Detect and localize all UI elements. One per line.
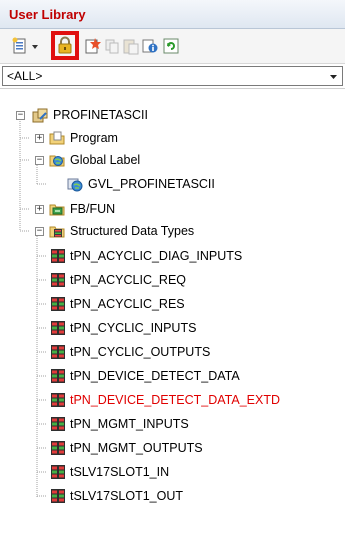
structured-type-label: tPN_CYCLIC_INPUTS <box>70 321 197 335</box>
structured-type-label: tPN_MGMT_INPUTS <box>70 417 189 431</box>
structured-type-label: tPN_CYCLIC_OUTPUTS <box>70 345 211 359</box>
tree-item-global-label[interactable]: − Global Label <box>0 151 345 169</box>
tree-item-structured-type[interactable]: tPN_CYCLIC_OUTPUTS <box>0 343 345 361</box>
copy-icon[interactable] <box>103 37 121 55</box>
structured-type-label: tPN_MGMT_OUTPUTS <box>70 441 203 455</box>
tree-item-structured-type[interactable]: tPN_ACYCLIC_REQ <box>0 271 345 289</box>
tree-item-structured-type[interactable]: tPN_ACYCLIC_RES <box>0 295 345 313</box>
tree-item-structured-type[interactable]: tPN_DEVICE_DETECT_DATA_EXTD <box>0 391 345 409</box>
structured-type-icon <box>51 441 65 455</box>
global-label-folder-icon <box>49 155 65 167</box>
structured-type-icon <box>51 273 65 287</box>
library-tree: − PROFINETASCII + Program − Global Label <box>0 88 345 541</box>
dropdown-arrow-icon[interactable] <box>30 37 40 55</box>
tree-item-structured-type[interactable]: tPN_ACYCLIC_DIAG_INPUTS <box>0 247 345 265</box>
structured-type-label: tSLV17SLOT1_IN <box>70 465 170 479</box>
structured-type-icon <box>51 297 65 311</box>
fbfun-folder-icon <box>49 204 65 216</box>
structured-type-icon <box>51 369 65 383</box>
chevron-down-icon <box>330 75 337 79</box>
tree-item-structured-type[interactable]: tPN_MGMT_INPUTS <box>0 415 345 433</box>
tree-item-structured-type[interactable]: tPN_DEVICE_DETECT_DATA <box>0 367 345 385</box>
structured-type-label: tPN_ACYCLIC_REQ <box>70 273 187 287</box>
project-icon <box>32 108 48 123</box>
structured-type-icon <box>51 465 65 479</box>
refresh-icon[interactable] <box>162 37 180 55</box>
filter-value: <ALL> <box>7 69 43 83</box>
structured-type-label: tPN_DEVICE_DETECT_DATA_EXTD <box>70 393 281 407</box>
expand-program-button[interactable]: + <box>35 134 44 143</box>
structured-type-icon <box>51 393 65 407</box>
tree-item-global-label-label: Global Label <box>70 153 141 167</box>
tree-item-structured-type[interactable]: tPN_CYCLIC_INPUTS <box>0 319 345 337</box>
tree-item-structured-type[interactable]: tPN_MGMT_OUTPUTS <box>0 439 345 457</box>
paste-icon[interactable] <box>122 37 140 55</box>
filter-dropdown-button[interactable] <box>325 67 342 85</box>
collapse-structured-data-types-button[interactable]: − <box>35 227 44 236</box>
panel-titlebar: User Library <box>0 0 345 29</box>
tree-item-root[interactable]: − PROFINETASCII <box>0 106 345 124</box>
tree-item-program-label: Program <box>70 131 118 145</box>
tree-item-fbfun-label: FB/FUN <box>70 202 116 216</box>
structured-data-types-folder-icon <box>49 226 65 238</box>
tree-item-structured-type[interactable]: tSLV17SLOT1_IN <box>0 463 345 481</box>
tree-item-gvl-label: GVL_PROFINETASCII <box>88 177 215 191</box>
structured-type-icon <box>51 417 65 431</box>
properties-icon[interactable] <box>141 37 159 55</box>
new-folder-icon[interactable] <box>84 37 102 55</box>
structured-type-label: tPN_ACYCLIC_RES <box>70 297 185 311</box>
structured-type-label: tPN_DEVICE_DETECT_DATA <box>70 369 240 383</box>
tree-item-gvl[interactable]: GVL_PROFINETASCII <box>0 175 345 193</box>
new-item-icon[interactable] <box>11 37 29 55</box>
expand-fbfun-button[interactable]: + <box>35 205 44 214</box>
structured-type-icon <box>51 321 65 335</box>
tree-item-structured-data-types[interactable]: − Structured Data Types <box>0 222 345 240</box>
lock-icon[interactable] <box>56 36 74 54</box>
tree-item-program[interactable]: + Program <box>0 129 345 147</box>
tree-item-root-label: PROFINETASCII <box>53 108 148 122</box>
structured-type-label: tPN_ACYCLIC_DIAG_INPUTS <box>70 249 243 263</box>
toolbar <box>0 29 345 64</box>
tree-item-structured-type[interactable]: tSLV17SLOT1_OUT <box>0 487 345 505</box>
structured-type-icon <box>51 345 65 359</box>
global-variable-icon <box>67 178 83 192</box>
collapse-global-label-button[interactable]: − <box>35 156 44 165</box>
filter-select[interactable]: <ALL> <box>2 66 343 86</box>
tree-item-structured-data-types-label: Structured Data Types <box>70 224 195 238</box>
structured-type-icon <box>51 249 65 263</box>
structured-type-icon <box>51 489 65 503</box>
tree-item-fbfun[interactable]: + FB/FUN <box>0 200 345 218</box>
collapse-root-button[interactable]: − <box>16 111 25 120</box>
program-folder-icon <box>49 131 65 145</box>
panel-title: User Library <box>9 7 86 22</box>
structured-type-label: tSLV17SLOT1_OUT <box>70 489 184 503</box>
